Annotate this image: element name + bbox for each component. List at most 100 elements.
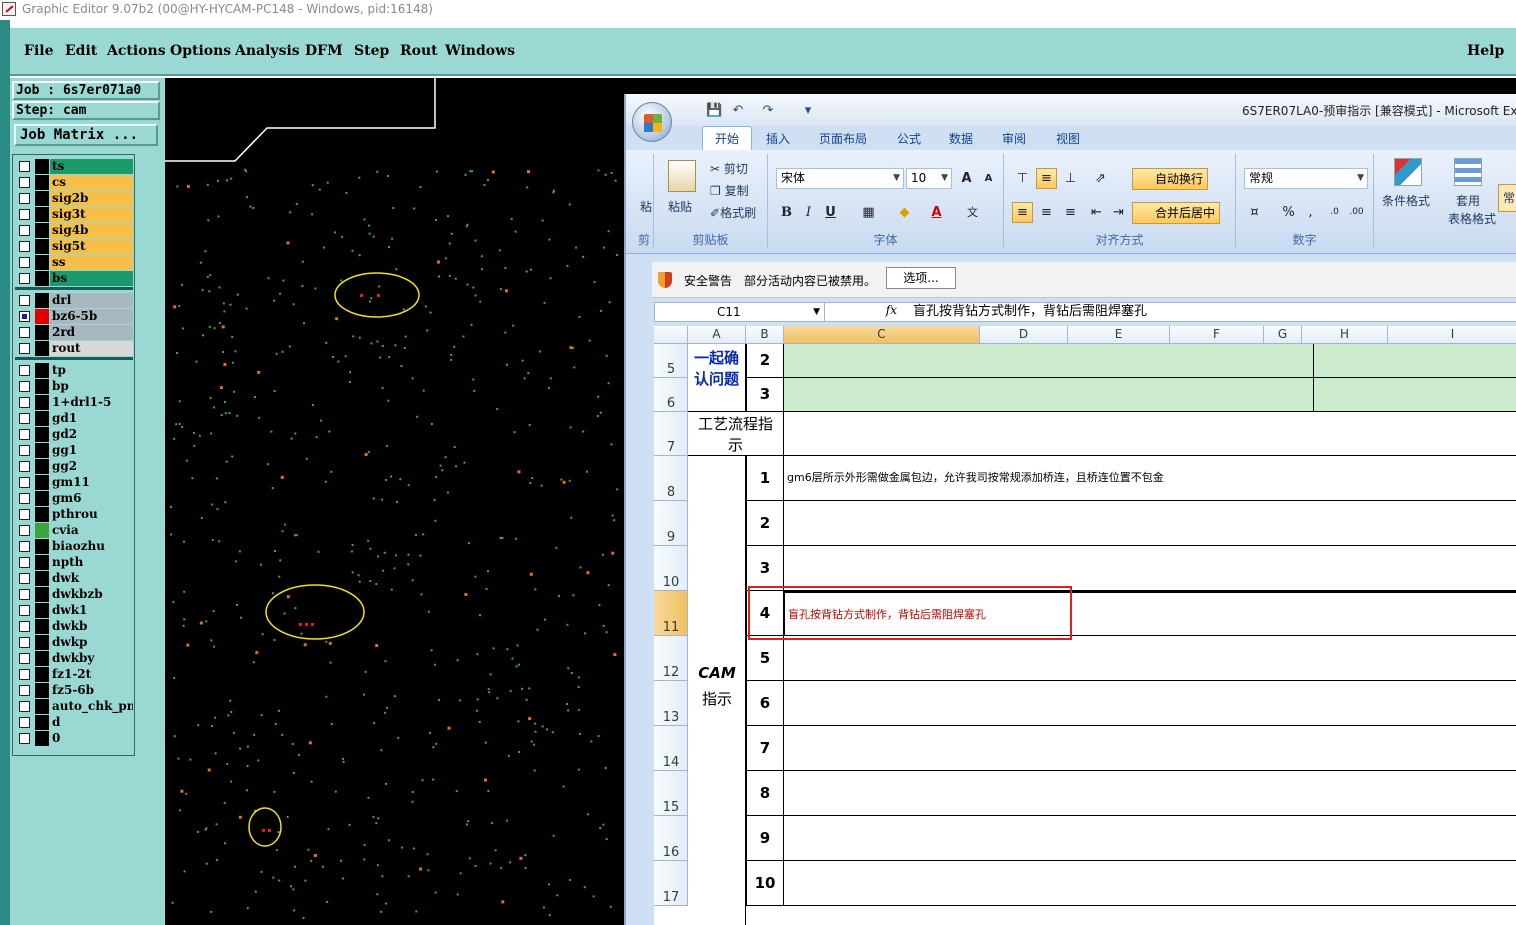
- tab-home[interactable]: 开始: [702, 126, 753, 150]
- layer-name[interactable]: 0: [50, 731, 133, 746]
- row-header[interactable]: 8: [654, 456, 688, 501]
- layer-color-swatch[interactable]: [35, 411, 49, 426]
- increase-indent-icon[interactable]: ⇥: [1108, 202, 1129, 223]
- layer-color-swatch[interactable]: [35, 207, 49, 222]
- layer-checkbox[interactable]: [19, 685, 30, 696]
- layer-checkbox[interactable]: [19, 397, 30, 408]
- grow-font-icon[interactable]: A: [956, 168, 977, 189]
- cam-instruction-cell[interactable]: [784, 636, 1516, 681]
- tab-data[interactable]: 数据: [949, 130, 973, 147]
- layer-checkbox[interactable]: [19, 557, 30, 568]
- format-table-label2[interactable]: 表格格式: [1448, 210, 1496, 227]
- layer-color-swatch[interactable]: [35, 175, 49, 190]
- layer-name[interactable]: cs: [50, 175, 133, 190]
- layer-name[interactable]: tp: [50, 363, 133, 378]
- redo-icon[interactable]: ↷: [760, 103, 776, 119]
- layer-color-swatch[interactable]: [35, 555, 49, 570]
- layer-checkbox[interactable]: [19, 257, 30, 268]
- row-header[interactable]: 11: [654, 591, 688, 636]
- align-right-icon[interactable]: ≡: [1060, 202, 1081, 223]
- layer-row-gd2[interactable]: gd2: [15, 427, 133, 442]
- layer-checkbox[interactable]: [19, 295, 30, 306]
- confirm-cell[interactable]: [784, 378, 1314, 412]
- row-header[interactable]: 10: [654, 546, 688, 591]
- increase-decimal-icon[interactable]: .0: [1324, 202, 1345, 223]
- layer-checkbox[interactable]: [19, 493, 30, 504]
- layer-name[interactable]: sig2b: [50, 191, 133, 206]
- layer-name[interactable]: drl: [50, 293, 133, 308]
- copy-button[interactable]: ❐ 复制: [710, 182, 749, 199]
- bold-button[interactable]: B: [776, 202, 797, 223]
- layer-name[interactable]: dwkby: [50, 651, 133, 666]
- cell-style-button[interactable]: 常: [1498, 184, 1516, 212]
- layer-row-bp[interactable]: bp: [15, 379, 133, 394]
- security-options-button[interactable]: 选项...: [886, 267, 956, 289]
- layer-color-swatch[interactable]: [35, 475, 49, 490]
- layer-row-fz1-2t[interactable]: fz1-2t: [15, 667, 133, 682]
- comma-button[interactable]: ,: [1300, 202, 1321, 223]
- layer-checkbox[interactable]: [19, 733, 30, 744]
- layer-name[interactable]: biaozhu: [50, 539, 133, 554]
- cam-instruction-cell[interactable]: [784, 771, 1516, 816]
- menu-file[interactable]: File: [24, 43, 53, 59]
- column-header-C[interactable]: C: [784, 326, 980, 344]
- cam-instruction-cell[interactable]: [784, 501, 1516, 546]
- menu-options[interactable]: Options: [170, 43, 231, 59]
- layer-checkbox[interactable]: [19, 573, 30, 584]
- layer-color-swatch[interactable]: [35, 271, 49, 286]
- align-center-icon[interactable]: ≡: [1036, 202, 1057, 223]
- layer-checkbox[interactable]: [19, 669, 30, 680]
- menu-help[interactable]: Help: [1467, 43, 1504, 59]
- menu-dfm[interactable]: DFM: [305, 43, 343, 59]
- cam-instruction-cell[interactable]: [784, 681, 1516, 726]
- decrease-decimal-icon[interactable]: .00: [1346, 202, 1367, 223]
- layer-row-ts[interactable]: ts: [15, 159, 133, 174]
- pcb-canvas[interactable]: [165, 78, 625, 925]
- layer-row-auto-chk-pn-[interactable]: auto_chk_pn.: [15, 699, 133, 714]
- layer-row-0[interactable]: 0: [15, 731, 133, 746]
- row-header[interactable]: 5: [654, 344, 688, 378]
- layer-checkbox[interactable]: [19, 225, 30, 236]
- menu-analysis[interactable]: Analysis: [235, 43, 300, 59]
- align-left-icon[interactable]: ≡: [1012, 202, 1033, 223]
- layer-row-ss[interactable]: ss: [15, 255, 133, 270]
- confirm-cell[interactable]: [1314, 378, 1516, 412]
- layer-row-tp[interactable]: tp: [15, 363, 133, 378]
- layer-color-swatch[interactable]: [35, 587, 49, 602]
- menu-actions[interactable]: Actions: [107, 43, 166, 59]
- row-header[interactable]: 12: [654, 636, 688, 681]
- layer-name[interactable]: 1+drl1-5: [50, 395, 133, 410]
- layer-checkbox[interactable]: [19, 429, 30, 440]
- column-header-D[interactable]: D: [980, 326, 1068, 344]
- row-header[interactable]: 13: [654, 681, 688, 726]
- layer-name[interactable]: sig5t: [50, 239, 133, 254]
- layer-checkbox[interactable]: [19, 637, 30, 648]
- layer-name[interactable]: gg1: [50, 443, 133, 458]
- cam-instruction-cell[interactable]: [784, 546, 1516, 591]
- column-header-G[interactable]: G: [1264, 326, 1302, 344]
- layer-color-swatch[interactable]: [35, 255, 49, 270]
- layer-checkbox[interactable]: [19, 161, 30, 172]
- paste-button[interactable]: 粘贴: [668, 198, 692, 215]
- row-header[interactable]: 7: [654, 412, 688, 456]
- layer-row-dwk1[interactable]: dwk1: [15, 603, 133, 618]
- layer-row-gg2[interactable]: gg2: [15, 459, 133, 474]
- layer-color-swatch[interactable]: [35, 443, 49, 458]
- layer-row-sig2b[interactable]: sig2b: [15, 191, 133, 206]
- cut-button[interactable]: ✂ 剪切: [710, 160, 748, 177]
- layer-name[interactable]: 2rd: [50, 325, 133, 340]
- column-header-H[interactable]: H: [1302, 326, 1388, 344]
- phonetic-icon[interactable]: 文: [962, 202, 983, 223]
- layer-checkbox[interactable]: [19, 241, 30, 252]
- row-header[interactable]: 17: [654, 861, 688, 906]
- column-header-I[interactable]: I: [1388, 326, 1516, 344]
- font-name-select[interactable]: 宋体 ▼: [776, 168, 904, 189]
- cam-instruction-cell[interactable]: [784, 726, 1516, 771]
- font-color-icon[interactable]: A: [926, 202, 947, 223]
- layer-row-gd1[interactable]: gd1: [15, 411, 133, 426]
- layer-color-swatch[interactable]: [35, 523, 49, 538]
- tab-insert[interactable]: 插入: [766, 130, 790, 147]
- row-header[interactable]: 9: [654, 501, 688, 546]
- align-middle-icon[interactable]: ≡: [1036, 168, 1057, 189]
- layer-checkbox[interactable]: [19, 717, 30, 728]
